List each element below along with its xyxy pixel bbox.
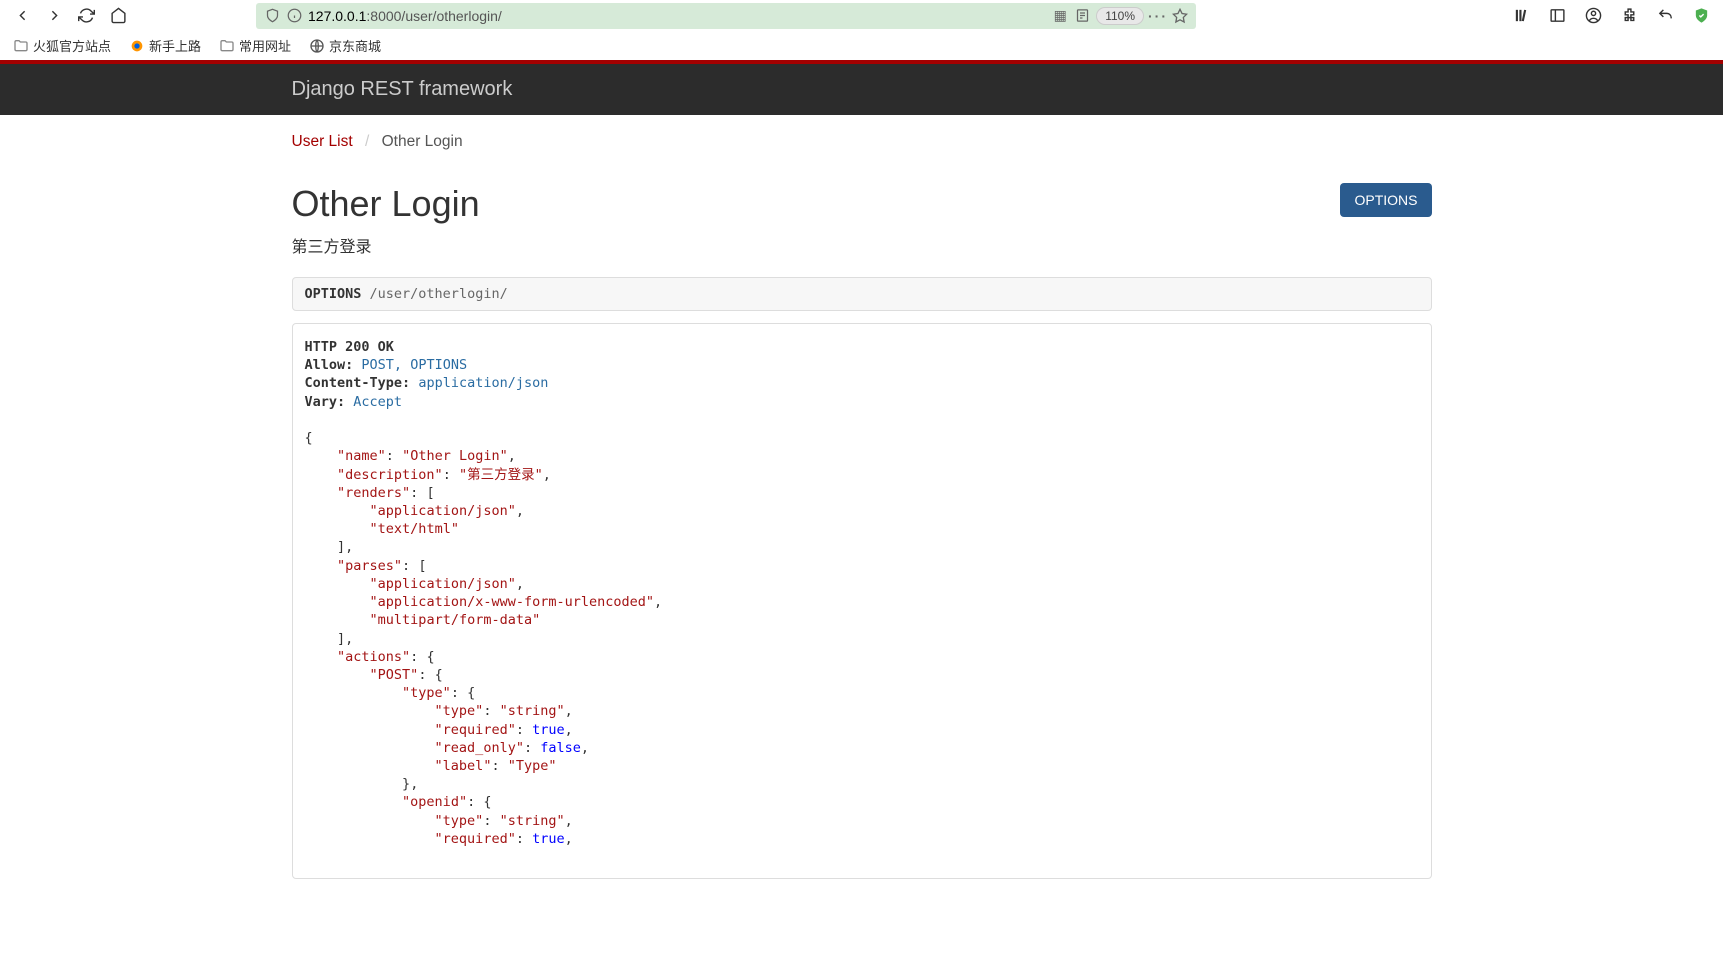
page-header: Other Login 第三方登录 OPTIONS <box>292 183 1432 257</box>
bookmark-label: 京东商城 <box>329 36 381 55</box>
header-name: Vary: <box>305 394 346 410</box>
library-icon[interactable] <box>1507 3 1535 29</box>
header-name: Content-Type: <box>305 375 411 391</box>
bookmark-star-icon[interactable] <box>1172 8 1188 24</box>
qr-icon[interactable]: ▦ <box>1052 8 1068 24</box>
info-icon[interactable] <box>286 8 302 24</box>
request-info: OPTIONS /user/otherlogin/ <box>292 277 1432 311</box>
header-value: POST, OPTIONS <box>361 357 467 373</box>
bookmark-label: 新手上路 <box>149 36 201 55</box>
bookmark-bar: 火狐官方站点 新手上路 常用网址 京东商城 <box>0 31 1723 60</box>
breadcrumb-separator: / <box>365 133 369 150</box>
security-shield-icon[interactable] <box>1687 3 1715 29</box>
json-content: { "name": "Other Login", "description": … <box>305 429 1419 848</box>
url-bar[interactable]: 127.0.0.1:8000/user/otherlogin/ ▦ 110% ·… <box>256 3 1196 29</box>
more-icon[interactable]: ··· <box>1150 8 1166 24</box>
breadcrumb-current: Other Login <box>382 133 463 150</box>
browser-toolbar: 127.0.0.1:8000/user/otherlogin/ ▦ 110% ·… <box>0 0 1723 31</box>
bookmark-label: 火狐官方站点 <box>33 36 111 55</box>
page-title: Other Login <box>292 183 480 225</box>
page-description: 第三方登录 <box>292 233 480 257</box>
bookmark-label: 常用网址 <box>239 36 291 55</box>
reload-button[interactable] <box>72 3 100 29</box>
header-value: application/json <box>418 375 548 391</box>
bookmark-item[interactable]: 常用网址 <box>214 34 296 57</box>
brand-title[interactable]: Django REST framework <box>292 78 513 100</box>
zoom-indicator[interactable]: 110% <box>1096 7 1144 25</box>
drf-navbar: Django REST framework <box>0 64 1723 115</box>
sidebar-icon[interactable] <box>1543 3 1571 29</box>
bookmark-item[interactable]: 火狐官方站点 <box>8 34 116 57</box>
undo-icon[interactable] <box>1651 3 1679 29</box>
header-name: Allow: <box>305 357 354 373</box>
reader-icon[interactable] <box>1074 8 1090 24</box>
url-text: 127.0.0.1:8000/user/otherlogin/ <box>308 8 1046 24</box>
header-value: Accept <box>353 394 402 410</box>
account-icon[interactable] <box>1579 3 1607 29</box>
toolbar-right-icons <box>1507 3 1715 29</box>
globe-icon <box>309 38 325 54</box>
back-button[interactable] <box>8 3 36 29</box>
main-container: User List / Other Login Other Login 第三方登… <box>277 115 1447 879</box>
bookmark-item[interactable]: 京东商城 <box>304 34 386 57</box>
response-body: HTTP 200 OK Allow: POST, OPTIONS Content… <box>292 323 1432 879</box>
shield-icon <box>264 8 280 24</box>
status-line: HTTP 200 OK <box>305 339 394 355</box>
request-path: /user/otherlogin/ <box>361 286 507 302</box>
request-method: OPTIONS <box>305 286 362 302</box>
breadcrumb: User List / Other Login <box>292 115 1432 161</box>
bookmark-item[interactable]: 新手上路 <box>124 34 206 57</box>
firefox-icon <box>129 38 145 54</box>
folder-icon <box>13 38 29 54</box>
breadcrumb-link-root[interactable]: User List <box>292 133 353 150</box>
home-button[interactable] <box>104 3 132 29</box>
forward-button[interactable] <box>40 3 68 29</box>
extensions-icon[interactable] <box>1615 3 1643 29</box>
options-button[interactable]: OPTIONS <box>1340 183 1431 217</box>
folder-icon <box>219 38 235 54</box>
